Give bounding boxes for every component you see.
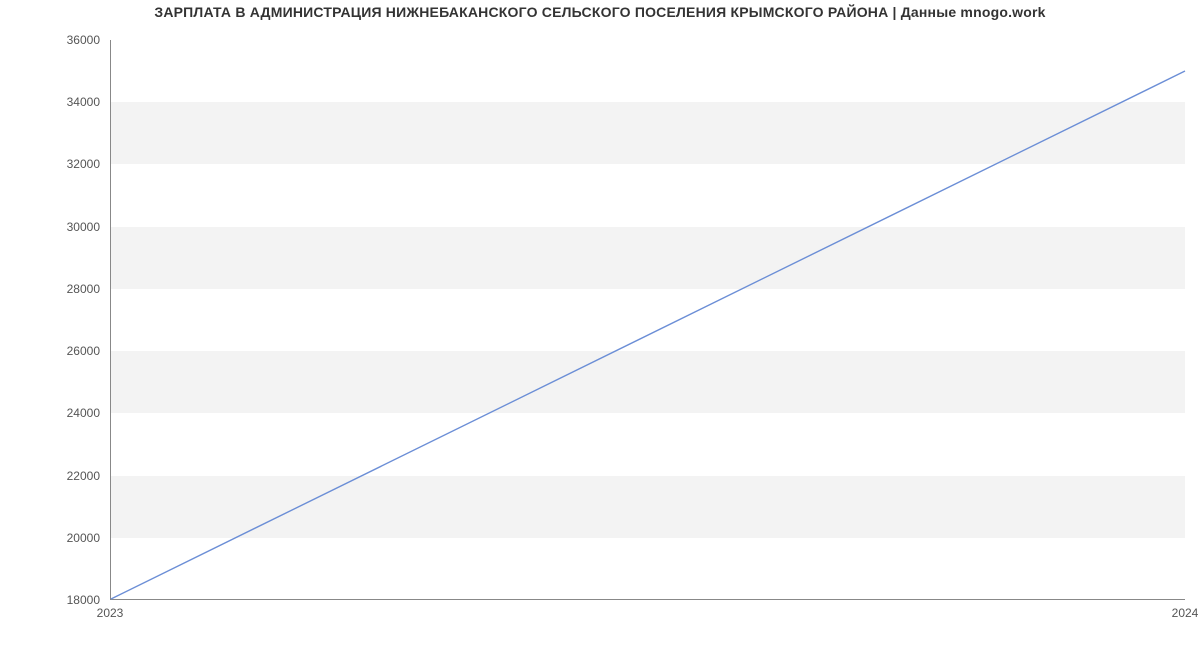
y-tick-label: 18000 xyxy=(40,593,100,607)
x-tick-label: 2023 xyxy=(97,606,124,620)
chart-container: ЗАРПЛАТА В АДМИНИСТРАЦИЯ НИЖНЕБАКАНСКОГО… xyxy=(0,0,1200,650)
chart-title: ЗАРПЛАТА В АДМИНИСТРАЦИЯ НИЖНЕБАКАНСКОГО… xyxy=(0,4,1200,20)
y-tick-label: 20000 xyxy=(40,531,100,545)
line-layer xyxy=(111,40,1185,599)
y-tick-label: 24000 xyxy=(40,406,100,420)
x-tick-label: 2024 xyxy=(1172,606,1199,620)
y-tick-label: 22000 xyxy=(40,469,100,483)
series-line xyxy=(111,71,1185,599)
y-tick-label: 34000 xyxy=(40,95,100,109)
y-tick-label: 28000 xyxy=(40,282,100,296)
plot-area xyxy=(110,40,1185,600)
y-tick-label: 30000 xyxy=(40,220,100,234)
y-tick-label: 36000 xyxy=(40,33,100,47)
y-tick-label: 26000 xyxy=(40,344,100,358)
y-tick-label: 32000 xyxy=(40,157,100,171)
